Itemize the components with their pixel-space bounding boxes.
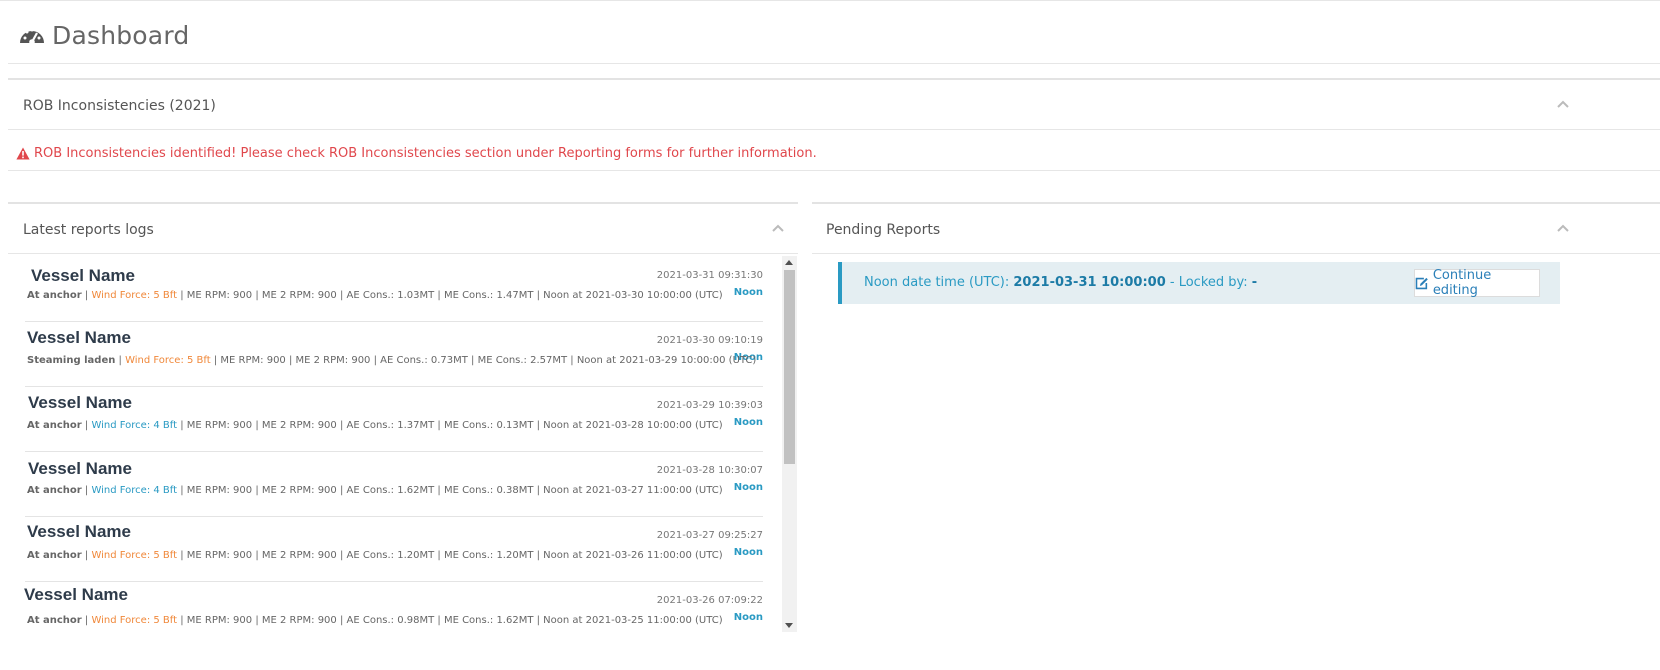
log-item[interactable]: Vessel Name 2021-03-30 09:10:19 Noon Ste… [25,321,763,387]
continue-editing-label: Continue editing [1432,268,1492,298]
rob-collapse-chevron-up-icon[interactable] [1556,99,1570,109]
log-item[interactable]: Vessel Name 2021-03-27 09:25:27 Noon At … [25,516,763,582]
vessel-name[interactable]: Vessel Name [27,328,131,348]
log-details: Steaming laden | Wind Force: 5 Bft | ME … [27,355,757,366]
vessel-status: Steaming laden [27,355,116,366]
scroll-down-arrow-icon[interactable] [785,623,793,628]
pending-panel-title: Pending Reports [826,222,941,238]
header-divider [8,63,1660,64]
rob-panel-bottom [8,170,1660,171]
log-details: At anchor | Wind Force: 4 Bft | ME RPM: … [27,485,723,496]
log-details: At anchor | Wind Force: 4 Bft | ME RPM: … [27,420,723,431]
log-details: At anchor | Wind Force: 5 Bft | ME RPM: … [27,550,723,561]
rob-alert: ROB Inconsistencies identified! Please c… [16,146,817,161]
log-item[interactable]: Vessel Name 2021-03-29 10:39:03 Noon At … [25,386,763,452]
scroll-thumb[interactable] [784,270,795,464]
scroll-up-arrow-icon[interactable] [785,260,793,265]
locked-by-value: - [1251,275,1258,290]
pending-panel-top-border [812,202,1660,204]
pending-report-row: Noon date time (UTC): 2021-03-31 10:00:0… [838,262,1560,304]
log-timestamp: 2021-03-29 10:39:03 [656,400,763,411]
log-metrics: ME RPM: 900 | ME 2 RPM: 900 | AE Cons.: … [186,290,723,301]
report-type-tag: Noon [733,547,763,558]
wind-force: Wind Force: 5 Bft [91,290,178,301]
log-metrics: ME RPM: 900 | ME 2 RPM: 900 | AE Cons.: … [186,485,723,496]
logs-scrollbar[interactable] [782,256,797,632]
log-item[interactable]: Vessel Name 2021-03-26 07:09:22 Noon At … [24,581,763,646]
vessel-status: At anchor [27,615,82,626]
log-details: At anchor | Wind Force: 5 Bft | ME RPM: … [27,615,723,626]
report-type-tag: Noon [733,482,763,493]
report-type-tag: Noon [733,417,763,428]
wind-force: Wind Force: 5 Bft [125,355,211,366]
logs-collapse-chevron-up-icon[interactable] [771,223,785,233]
vessel-name[interactable]: Vessel Name [31,266,135,286]
logs-panel-header-divider [8,253,798,254]
log-timestamp: 2021-03-28 10:30:07 [656,465,763,476]
pending-collapse-chevron-up-icon[interactable] [1556,223,1570,233]
logs-panel-top-border [8,202,798,204]
log-metrics: ME RPM: 900 | ME 2 RPM: 900 | AE Cons.: … [186,420,723,431]
vessel-name[interactable]: Vessel Name [28,459,132,479]
pending-report-text: Noon date time (UTC): 2021-03-31 10:00:0… [864,275,1257,290]
top-border [0,0,1660,1]
continue-editing-button[interactable]: Continue editing [1414,268,1540,298]
vessel-name[interactable]: Vessel Name [27,522,131,542]
vessel-status: At anchor [27,290,82,301]
vessel-name[interactable]: Vessel Name [24,585,128,605]
wind-force: Wind Force: 4 Bft [91,485,178,496]
rob-panel-title: ROB Inconsistencies (2021) [23,98,216,114]
reports-log-list: Vessel Name 2021-03-31 09:31:30 Noon At … [8,256,798,670]
wind-force: Wind Force: 4 Bft [91,420,178,431]
rob-alert-text: ROB Inconsistencies identified! Please c… [34,146,817,161]
locked-by-label: - Locked by: [1165,275,1252,290]
wind-force: Wind Force: 5 Bft [91,550,178,561]
log-timestamp: 2021-03-26 07:09:22 [656,595,763,606]
log-metrics: ME RPM: 900 | ME 2 RPM: 900 | AE Cons.: … [186,550,723,561]
wind-force: Wind Force: 5 Bft [91,615,178,626]
edit-icon [1415,277,1428,289]
rob-panel-top-border [8,78,1660,80]
log-item[interactable]: Vessel Name 2021-03-31 09:31:30 Noon At … [25,256,763,322]
noon-datetime-label: Noon date time (UTC): [864,275,1014,290]
log-item[interactable]: Vessel Name 2021-03-28 10:30:07 Noon At … [25,451,763,517]
warning-icon [16,147,30,160]
log-metrics: ME RPM: 900 | ME 2 RPM: 900 | AE Cons.: … [220,355,757,366]
report-type-tag: Noon [733,612,763,623]
log-timestamp: 2021-03-30 09:10:19 [656,335,763,346]
log-timestamp: 2021-03-27 09:25:27 [656,530,763,541]
logs-panel-title: Latest reports logs [23,222,154,238]
pending-panel-header-divider [812,253,1660,254]
tachometer-icon [20,28,44,45]
page-title: Dashboard [52,21,190,50]
rob-panel-header-divider [8,129,1660,130]
vessel-status: At anchor [27,485,82,496]
noon-datetime-value: 2021-03-31 10:00:00 [1013,275,1166,290]
report-type-tag: Noon [733,287,763,298]
log-details: At anchor | Wind Force: 5 Bft | ME RPM: … [27,290,723,301]
page-header: Dashboard [18,18,189,53]
vessel-status: At anchor [27,420,82,431]
vessel-status: At anchor [27,550,82,561]
log-metrics: ME RPM: 900 | ME 2 RPM: 900 | AE Cons.: … [186,615,723,626]
log-timestamp: 2021-03-31 09:31:30 [656,270,763,281]
vessel-name[interactable]: Vessel Name [28,393,132,413]
